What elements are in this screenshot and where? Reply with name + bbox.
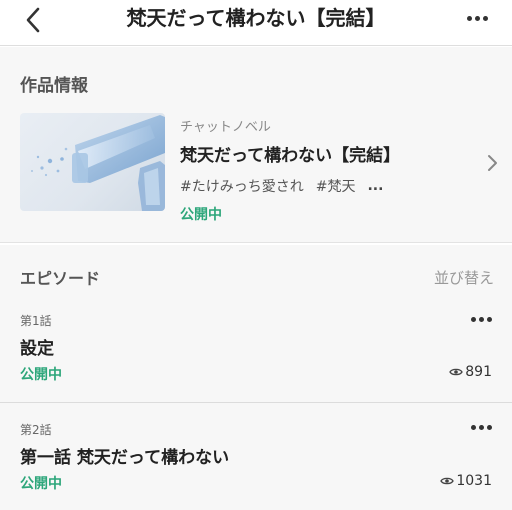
sort-button[interactable]: 並び替え	[434, 267, 494, 288]
episode-views: 1031	[440, 473, 492, 489]
episode-status-badge: 公開中	[20, 476, 62, 492]
episodes-heading: エピソード	[20, 269, 101, 288]
more-horizontal-icon	[470, 316, 492, 322]
episode-number: 第2話	[20, 423, 52, 437]
episodes-section: エピソード 並び替え 第1話 設定 公開中 891 第2話 第一話 梵天だって構…	[0, 245, 512, 510]
work-title: 梵天だって構わない【完結】	[180, 146, 401, 166]
work-type-label: チャットノベル	[180, 120, 271, 135]
water-splash-image	[31, 115, 165, 211]
chevron-right-icon	[488, 155, 497, 171]
eye-icon	[440, 477, 455, 485]
view-count: 891	[465, 364, 492, 380]
work-info-section: 作品情報 チャットノベル 梵天だって構わない【完結】 #たけみっち愛され #梵天…	[0, 47, 512, 243]
episode-title: 第一話 梵天だって構わない	[20, 448, 230, 468]
work-thumbnail	[20, 113, 165, 211]
more-options-button[interactable]	[460, 6, 494, 30]
work-tags: #たけみっち愛され #梵天 ...	[180, 176, 470, 196]
episode-item[interactable]: 第1話 設定 公開中 891	[0, 307, 512, 403]
episode-status-badge: 公開中	[20, 367, 62, 383]
more-horizontal-icon	[466, 15, 488, 21]
episode-title: 設定	[20, 339, 54, 359]
page-title: 梵天だって構わない【完結】	[126, 6, 386, 30]
tag-item[interactable]: #梵天	[316, 176, 356, 196]
work-meta: チャットノベル 梵天だって構わない【完結】 #たけみっち愛され #梵天 ... …	[180, 116, 470, 224]
episode-number: 第1話	[20, 314, 52, 328]
work-card[interactable]: チャットノベル 梵天だって構わない【完結】 #たけみっち愛され #梵天 ... …	[20, 113, 500, 223]
eye-icon	[449, 368, 464, 376]
tags-more-indicator: ...	[367, 178, 384, 194]
episode-views: 891	[449, 364, 492, 380]
view-count: 1031	[456, 473, 492, 489]
episode-more-button[interactable]	[466, 309, 496, 329]
episode-more-button[interactable]	[466, 417, 496, 437]
tag-item[interactable]: #たけみっち愛され	[180, 176, 304, 196]
work-status-badge: 公開中	[180, 207, 222, 223]
episode-item[interactable]: 第2話 第一話 梵天だって構わない 公開中 1031	[0, 405, 512, 510]
more-horizontal-icon	[470, 424, 492, 430]
work-info-heading: 作品情報	[20, 76, 88, 96]
top-bar: 梵天だって構わない【完結】	[0, 0, 512, 46]
